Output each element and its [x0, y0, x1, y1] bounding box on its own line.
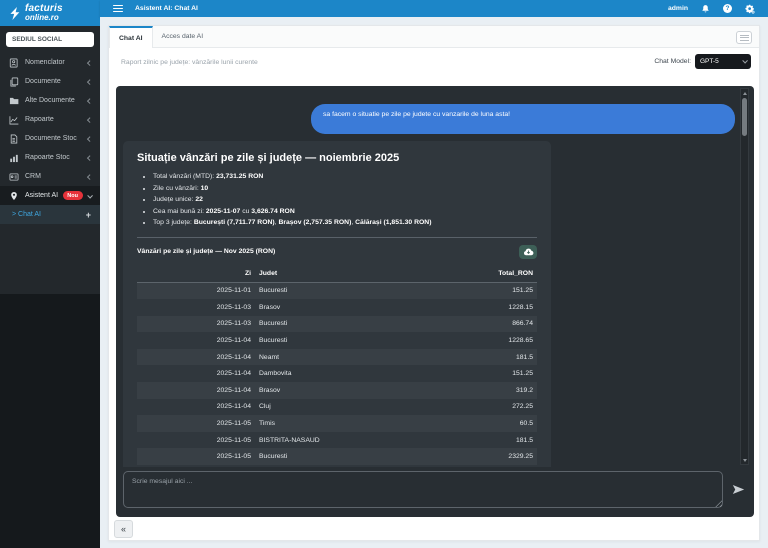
user-message-bubble: sa facem o situatie pe zile pe judete cu…: [311, 104, 735, 134]
table-row: 2025-11-04Neamt181.5: [137, 349, 537, 366]
response-title: Situație vânzări pe zile și județe — noi…: [137, 152, 537, 164]
chart-bar-icon: [9, 153, 19, 163]
sales-table: Zi Judet Total_RON 2025-11-01Bucuresti15…: [137, 265, 537, 466]
panel-list-icon[interactable]: [736, 31, 752, 44]
message-input[interactable]: [123, 471, 723, 508]
chat-model-select[interactable]: GPT-5: [695, 54, 751, 69]
chat-scrollbar[interactable]: [740, 88, 749, 465]
table-header-row: Vânzări pe zile și județe — Nov 2025 (RO…: [137, 245, 537, 259]
response-bullet: Cea mai bună zi: 2025-11-07 cu 3,626.74 …: [153, 206, 537, 218]
download-csv-button[interactable]: [519, 245, 537, 259]
chart-line-icon: [9, 115, 19, 125]
content-area: Chat AI Acces date AI Raport zilnic pe j…: [100, 17, 768, 548]
chevron-down-icon: [742, 59, 747, 64]
ai-response-card: Situație vânzări pe zile și județe — noi…: [123, 141, 551, 467]
response-bullet: Județe unice: 22: [153, 194, 537, 206]
chevron-left-icon: [87, 136, 92, 141]
folder-icon: [9, 96, 19, 106]
chevron-left-icon: [87, 98, 92, 103]
table-row: 2025-11-05BISTRITA-NASAUD181.5: [137, 432, 537, 449]
add-chat-button[interactable]: +: [86, 210, 91, 220]
table-row: 2025-11-04Cluj272.25: [137, 399, 537, 416]
response-bullet: Top 3 județe: București (7,711.77 RON), …: [153, 217, 537, 229]
bell-icon[interactable]: [701, 4, 710, 14]
sidebar-item-asistent-ai[interactable]: Asistent AI Nou: [0, 186, 100, 205]
table-row: 2025-11-03Brasov1228.15: [137, 299, 537, 316]
scroll-down-icon[interactable]: [743, 459, 747, 462]
sidebar: facturis online.ro SEDIUL SOCIAL Nomencl…: [0, 0, 100, 548]
copy-icon: [9, 77, 19, 87]
settings-gears-icon[interactable]: [745, 4, 755, 14]
table-row: 2025-11-04Brasov319.2: [137, 382, 537, 399]
chevron-left-icon: [87, 117, 92, 122]
table-row: 2025-11-03Bucuresti866.74: [137, 316, 537, 333]
response-bullet: Zile cu vânzări: 10: [153, 183, 537, 195]
logo-icon: [8, 6, 21, 21]
send-button[interactable]: [729, 480, 747, 498]
chevron-down-icon: [87, 193, 92, 198]
tab-chat-ai[interactable]: Chat AI: [109, 26, 153, 48]
chevron-left-icon: [87, 174, 92, 179]
file-text-icon: [9, 134, 19, 144]
logo-text: facturis online.ro: [25, 4, 63, 23]
divider: [137, 237, 537, 238]
app-logo[interactable]: facturis online.ro: [0, 0, 100, 26]
address-book-icon: [9, 58, 19, 68]
sidebar-item-documente[interactable]: Documente: [0, 72, 100, 91]
sidebar-item-alte-documente[interactable]: Alte Documente: [0, 91, 100, 110]
company-selector[interactable]: SEDIUL SOCIAL: [6, 32, 94, 47]
table-row: 2025-11-05Bucuresti2329.25: [137, 448, 537, 465]
chat-messages: sa facem o situatie pe zile pe judete cu…: [116, 86, 754, 467]
scroll-up-icon[interactable]: [743, 92, 747, 95]
table-row: 2025-11-05Timis60.5: [137, 415, 537, 432]
tab-acces-date-ai[interactable]: Acces date AI: [153, 26, 213, 47]
report-hint: Raport zilnic pe județe: vânzările lunii…: [121, 59, 258, 66]
table-row: 2025-11-01Bucuresti151.25: [137, 282, 537, 299]
sidebar-item-nomenclator[interactable]: Nomenclator: [0, 53, 100, 72]
chat-model-row: Chat Model: GPT-5: [654, 54, 751, 69]
menu-toggle-button[interactable]: [113, 5, 123, 13]
sales-table-body: 2025-11-01Bucuresti151.252025-11-03Braso…: [137, 282, 537, 465]
chevron-left-icon: [87, 79, 92, 84]
map-pin-icon: [9, 191, 19, 201]
table-row: 2025-11-04Bucuresti1228.65: [137, 332, 537, 349]
id-card-icon: [9, 172, 19, 182]
user-menu[interactable]: admin: [668, 5, 688, 12]
page-title: Asistent AI: Chat AI: [135, 5, 198, 12]
sidebar-item-documente-stoc[interactable]: Documente Stoc: [0, 129, 100, 148]
table-header: Zi Judet Total_RON: [137, 265, 537, 283]
tab-bar: Chat AI Acces date AI: [109, 26, 759, 48]
table-title: Vânzări pe zile și județe — Nov 2025 (RO…: [137, 248, 275, 255]
sidebar-item-rapoarte[interactable]: Rapoarte: [0, 110, 100, 129]
sidebar-item-crm[interactable]: CRM: [0, 167, 100, 186]
table-row: 2025-11-04Dambovita151.25: [137, 365, 537, 382]
sidebar-item-chat-ai[interactable]: > Chat AI +: [0, 205, 100, 224]
chat-panel: sa facem o situatie pe zile pe judete cu…: [116, 86, 754, 517]
collapse-button[interactable]: «: [114, 520, 133, 538]
sidebar-item-rapoarte-stoc[interactable]: Rapoarte Stoc: [0, 148, 100, 167]
chevron-left-icon: [87, 155, 92, 160]
sidebar-menu: SEDIUL SOCIAL Nomenclator Documente Alte…: [0, 26, 100, 294]
topbar-actions: admin ?: [668, 4, 768, 14]
chat-model-label: Chat Model:: [654, 58, 691, 65]
topbar: Asistent AI: Chat AI admin ?: [100, 0, 768, 17]
chevron-left-icon: [87, 60, 92, 65]
new-badge: Nou: [63, 191, 83, 200]
help-icon[interactable]: ?: [723, 4, 732, 13]
response-bullet: Total vânzări (MTD): 23,731.25 RON: [153, 171, 537, 183]
chat-card: Chat AI Acces date AI Raport zilnic pe j…: [108, 25, 760, 541]
response-bullet-list: Total vânzări (MTD): 23,731.25 RONZile c…: [153, 171, 537, 229]
scrollbar-thumb[interactable]: [742, 98, 747, 136]
